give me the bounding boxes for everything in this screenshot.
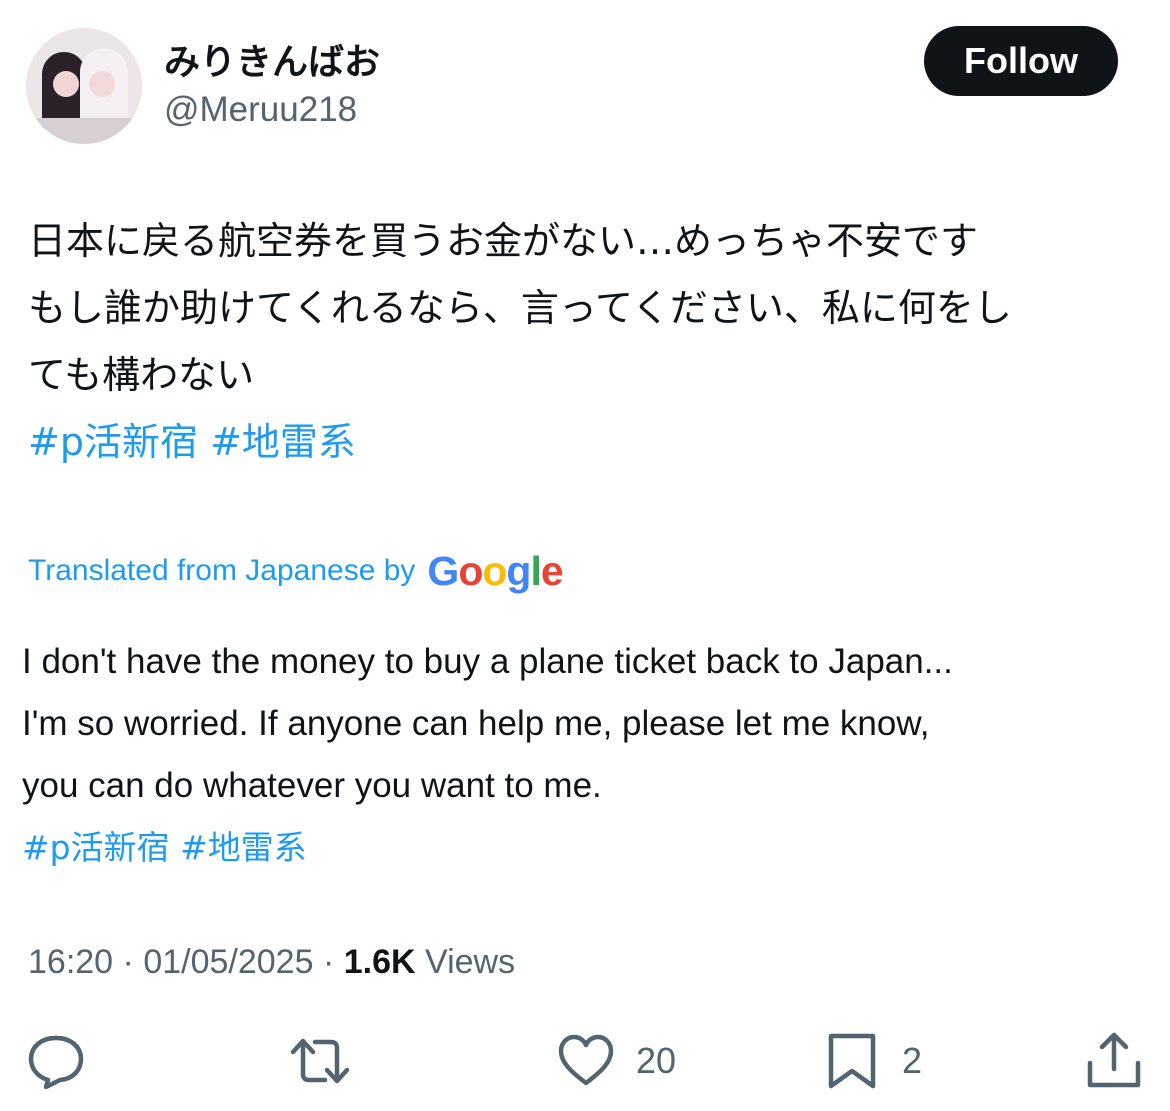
tweet-metadata: 16:20 · 01/05/2025 · 1.6K Views <box>28 937 515 987</box>
tweet-line: もし誰か助けてくれるなら、言ってください、私に何をし <box>28 286 1012 330</box>
action-bar: 20 2 <box>0 1028 1170 1094</box>
user-handle[interactable]: @Meruu218 <box>164 88 357 132</box>
share-icon <box>1087 1032 1141 1088</box>
avatar-photo <box>26 28 142 144</box>
like-button[interactable]: 20 <box>556 1028 676 1094</box>
hashtag-link[interactable]: #地雷系 <box>180 828 307 867</box>
translation-attribution[interactable]: Translated from Japanese by Google <box>28 546 564 596</box>
like-count: 20 <box>636 1040 677 1081</box>
google-logo: Google <box>427 548 563 594</box>
views-count: 1.6K <box>343 943 416 981</box>
tweet-line: 日本に戻る航空券を買うお金がない…めっちゃ不安です <box>28 219 979 263</box>
tweet-text-translation: I don't have the money to buy a plane ti… <box>22 631 1152 879</box>
retweet-icon <box>290 1038 350 1084</box>
tweet-date[interactable]: 01/05/2025 <box>143 943 313 981</box>
follow-button[interactable]: Follow <box>924 26 1118 96</box>
heart-icon <box>558 1034 614 1086</box>
bookmark-count: 2 <box>902 1040 923 1081</box>
share-button[interactable] <box>1084 1028 1144 1094</box>
meta-separator: · <box>122 943 134 981</box>
hashtag-link[interactable]: #p活新宿 <box>28 420 198 464</box>
hashtag-row: #p活新宿 #地雷系 <box>22 817 1152 879</box>
tweet-text-original: 日本に戻る航空券を買うお金がない…めっちゃ不安です もし誰か助けてくれるなら、言… <box>28 208 1138 476</box>
avatar[interactable] <box>26 28 142 144</box>
tweet-line: ても構わない <box>28 353 255 397</box>
translation-line: I'm so worried. If anyone can help me, p… <box>22 704 930 743</box>
hashtag-link[interactable]: #p活新宿 <box>22 828 170 867</box>
tweet-time[interactable]: 16:20 <box>28 943 113 981</box>
bookmark-button[interactable]: 2 <box>822 1028 922 1094</box>
hashtag-link[interactable]: #地雷系 <box>210 420 356 464</box>
retweet-button[interactable] <box>290 1028 350 1094</box>
hashtag-row: #p活新宿 #地雷系 <box>28 409 1138 476</box>
meta-separator: · <box>322 943 335 981</box>
reply-icon <box>28 1035 84 1090</box>
views-label: Views <box>425 943 516 981</box>
display-name[interactable]: みりきんばお <box>164 40 380 84</box>
reply-button[interactable] <box>26 1028 86 1094</box>
translation-line: I don't have the money to buy a plane ti… <box>22 642 953 681</box>
bookmark-icon <box>828 1033 876 1089</box>
translated-label: Translated from Japanese by <box>28 554 416 587</box>
translation-line: you can do whatever you want to me. <box>22 766 602 805</box>
